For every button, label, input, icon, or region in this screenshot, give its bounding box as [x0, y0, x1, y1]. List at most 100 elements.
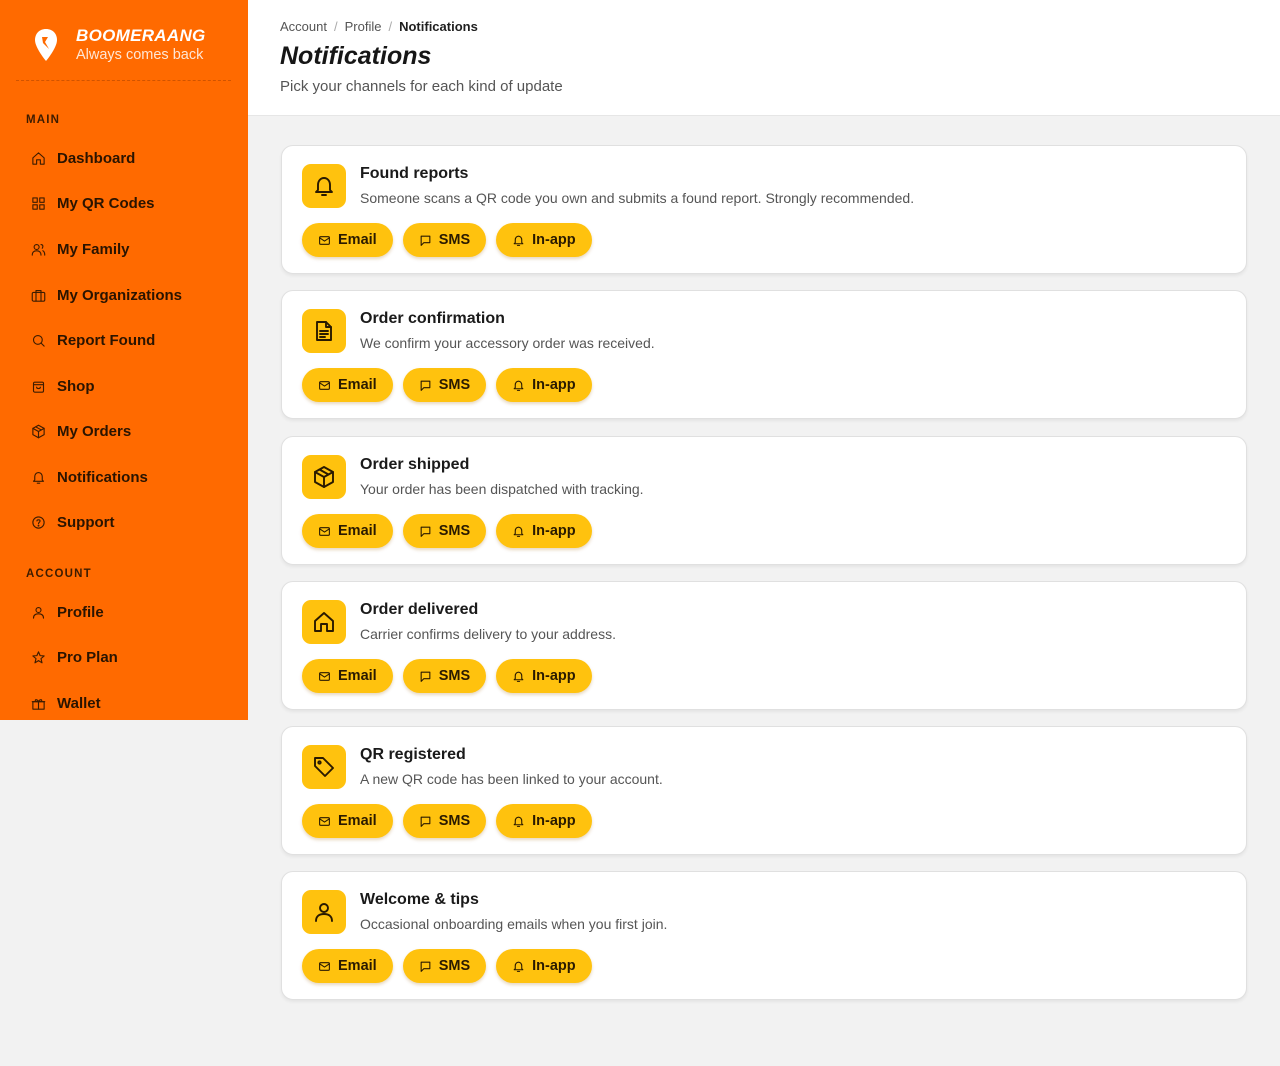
gift-icon: [31, 698, 46, 710]
chip-label: SMS: [438, 668, 471, 684]
breadcrumb-separator: /: [388, 19, 393, 34]
brand[interactable]: BOOMERAANG Always comes back: [16, 0, 231, 81]
inapp-channel-toggle[interactable]: In-app: [496, 514, 592, 548]
breadcrumb-item-account[interactable]: Account: [280, 19, 327, 34]
card-icon-badge: [302, 890, 346, 934]
sms-channel-toggle[interactable]: SMS: [402, 223, 487, 257]
page-title: Notifications: [280, 42, 432, 70]
sidebar-item-report-found[interactable]: Report Found: [26, 322, 236, 358]
sidebar-item-dashboard[interactable]: Dashboard: [26, 140, 236, 176]
channel-chips: Email SMS In-app: [302, 949, 592, 983]
card-title: Order confirmation: [360, 310, 505, 327]
chip-label: SMS: [438, 232, 471, 248]
notification-card-order-delivered: Order delivered Carrier confirms deliver…: [281, 581, 1247, 710]
document-icon: [316, 321, 332, 341]
sms-channel-toggle[interactable]: SMS: [402, 368, 487, 402]
breadcrumb-item-profile[interactable]: Profile: [345, 19, 382, 34]
channel-chips: Email SMS In-app: [302, 223, 592, 257]
sms-channel-toggle[interactable]: SMS: [402, 514, 487, 548]
inapp-channel-toggle[interactable]: In-app: [496, 949, 592, 983]
card-description: Carrier confirms delivery to your addres…: [360, 626, 616, 642]
inapp-channel-toggle[interactable]: In-app: [496, 368, 592, 402]
sidebar-item-label: My Orders: [57, 422, 132, 440]
chip-label: SMS: [438, 813, 471, 829]
tag-icon: [314, 757, 334, 777]
inapp-channel-toggle[interactable]: In-app: [496, 659, 592, 693]
boomerang-logo-icon: [35, 29, 57, 61]
channel-chips: Email SMS In-app: [302, 659, 592, 693]
notification-card-order-confirmation: Order confirmation We confirm your acces…: [281, 290, 1247, 419]
bell-icon: [513, 671, 524, 682]
sms-channel-toggle[interactable]: SMS: [402, 804, 487, 838]
email-channel-toggle[interactable]: Email: [302, 804, 393, 838]
sidebar-item-label: Shop: [57, 377, 95, 395]
bell-icon: [32, 471, 45, 484]
inapp-channel-toggle[interactable]: In-app: [496, 223, 592, 257]
package-icon: [314, 466, 334, 488]
chip-label: SMS: [438, 377, 471, 393]
card-description: Someone scans a QR code you own and subm…: [360, 190, 915, 206]
sms-channel-toggle[interactable]: SMS: [402, 949, 487, 983]
sidebar: BOOMERAANG Always comes back MAIN Dashbo…: [0, 0, 248, 720]
search-icon: [32, 334, 45, 347]
chip-label: In-app: [532, 523, 576, 539]
breadcrumb-separator: /: [333, 19, 338, 34]
chip-label: Email: [338, 377, 377, 393]
sidebar-item-label: Support: [57, 513, 115, 531]
sidebar-item-support[interactable]: Support: [26, 504, 236, 540]
card-icon-badge: [302, 745, 346, 789]
message-icon: [420, 235, 431, 246]
chip-label: In-app: [532, 377, 576, 393]
sidebar-item-wallet[interactable]: Wallet: [26, 685, 236, 721]
channel-chips: Email SMS In-app: [302, 514, 592, 548]
bell-icon: [513, 380, 524, 391]
home-icon: [32, 151, 45, 165]
card-icon-badge: [302, 309, 346, 353]
chip-label: In-app: [532, 958, 576, 974]
chip-label: In-app: [532, 813, 576, 829]
sidebar-item-label: Profile: [57, 603, 104, 621]
sidebar-item-shop[interactable]: Shop: [26, 368, 236, 404]
mail-icon: [319, 816, 330, 826]
card-title: Welcome & tips: [360, 891, 479, 908]
grid-icon: [32, 196, 45, 210]
sidebar-item-label: Report Found: [57, 331, 156, 349]
mail-icon: [319, 671, 330, 681]
page-subtitle: Pick your channels for each kind of upda…: [280, 78, 563, 95]
sidebar-item-my-qr-codes[interactable]: My QR Codes: [26, 185, 236, 221]
sidebar-item-my-orders[interactable]: My Orders: [26, 413, 236, 449]
breadcrumb-item-current: Notifications: [399, 19, 478, 34]
email-channel-toggle[interactable]: Email: [302, 223, 393, 257]
sidebar-item-profile[interactable]: Profile: [26, 594, 236, 630]
bell-icon: [513, 526, 524, 537]
sidebar-item-my-organizations[interactable]: My Organizations: [26, 277, 236, 313]
page-header: Account / Profile / Notifications Notifi…: [248, 0, 1280, 116]
shopping-bag-icon: [32, 381, 45, 393]
user-icon: [315, 903, 333, 922]
email-channel-toggle[interactable]: Email: [302, 368, 393, 402]
sidebar-item-pro-plan[interactable]: Pro Plan: [26, 639, 236, 675]
message-icon: [420, 671, 431, 682]
bell-icon: [513, 961, 524, 972]
brand-name: BOOMERAANG: [76, 26, 206, 45]
card-description: A new QR code has been linked to your ac…: [360, 771, 663, 787]
card-icon-badge: [302, 600, 346, 644]
chip-label: In-app: [532, 232, 576, 248]
card-description: Your order has been dispatched with trac…: [360, 481, 644, 497]
sidebar-item-my-family[interactable]: My Family: [26, 231, 236, 267]
message-icon: [420, 380, 431, 391]
sidebar-item-notifications[interactable]: Notifications: [26, 459, 236, 495]
nav-section-account: ACCOUNT: [26, 568, 92, 580]
bell-icon: [513, 235, 524, 246]
home-icon: [314, 612, 334, 632]
email-channel-toggle[interactable]: Email: [302, 949, 393, 983]
user-icon: [32, 606, 45, 619]
inapp-channel-toggle[interactable]: In-app: [496, 804, 592, 838]
users-icon: [31, 243, 46, 256]
message-icon: [420, 816, 431, 827]
email-channel-toggle[interactable]: Email: [302, 514, 393, 548]
message-icon: [420, 961, 431, 972]
card-title: Order delivered: [360, 601, 479, 618]
email-channel-toggle[interactable]: Email: [302, 659, 393, 693]
sms-channel-toggle[interactable]: SMS: [402, 659, 487, 693]
